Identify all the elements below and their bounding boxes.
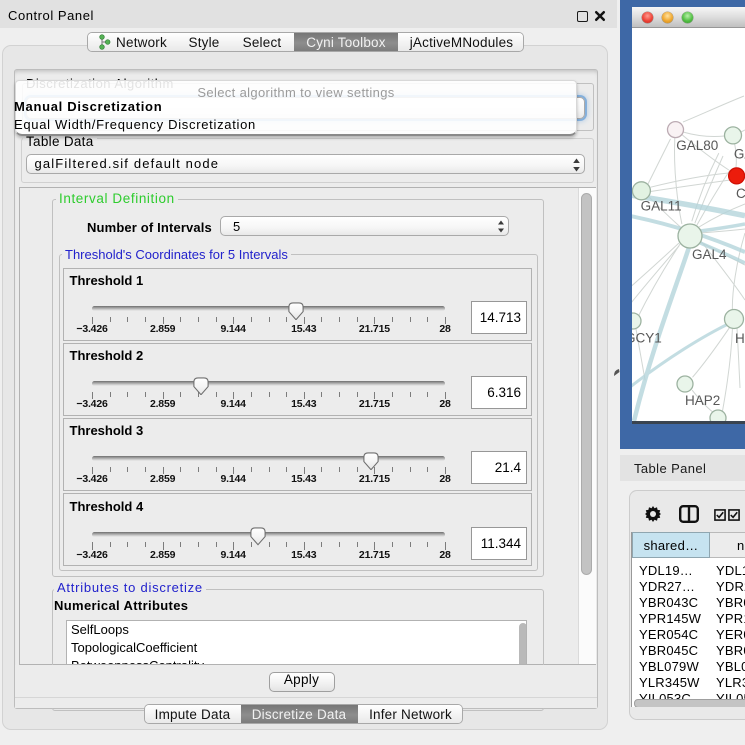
svg-text:HIS4: HIS4: [735, 331, 745, 346]
svg-text:GAL4: GAL4: [692, 247, 727, 262]
svg-text:GAL11: GAL11: [641, 199, 682, 214]
svg-text:HAP2: HAP2: [685, 393, 720, 408]
svg-text:GCY1: GCY1: [632, 331, 662, 346]
svg-text:CDC1: CDC1: [736, 186, 745, 201]
svg-text:GAL1: GAL1: [734, 147, 745, 162]
svg-text:GAL80: GAL80: [676, 138, 718, 153]
